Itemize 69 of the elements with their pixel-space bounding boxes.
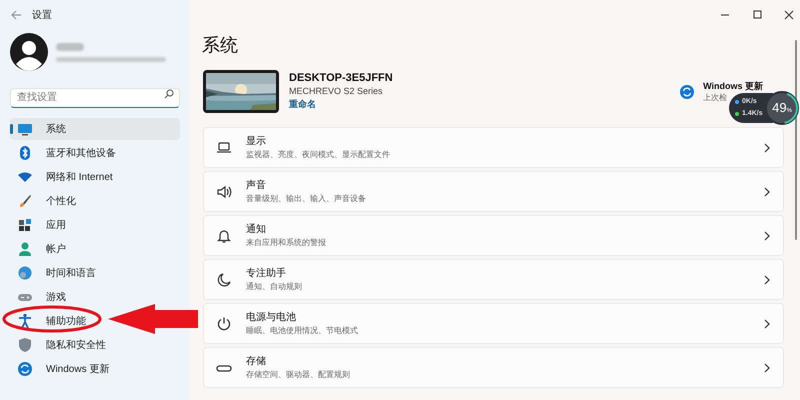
sidebar-item[interactable]: 蓝牙和其他设备: [10, 142, 118, 164]
maximize-icon: [752, 10, 762, 20]
sidebar-item[interactable]: 应用: [10, 214, 68, 236]
rename-link[interactable]: 重命名: [289, 98, 393, 111]
row-subtitle: 通知、自动规则: [246, 280, 302, 292]
upload-dot-icon: [735, 100, 739, 104]
chevron-icon: [763, 274, 771, 284]
power-icon: [216, 316, 232, 332]
scrollbar[interactable]: [795, 40, 797, 240]
download-dot-icon: [735, 112, 739, 116]
device-model: MECHREVO S2 Series: [289, 85, 384, 98]
window-title: 设置: [32, 8, 52, 22]
row-subtitle: 音量级别、输出、输入、声音设备: [246, 192, 366, 204]
row-title: 通知: [246, 222, 267, 236]
update-subtitle: 上次检: [703, 92, 728, 104]
avatar-icon: [10, 33, 48, 71]
settings-row[interactable]: 电源与电池 睡眠、电池使用情况、节电模式: [203, 303, 784, 344]
chevron-icon: [763, 186, 771, 196]
sidebar-item[interactable]: 辅助功能: [10, 310, 88, 332]
sidebar-item[interactable]: 个性化: [10, 190, 78, 212]
sidebar-item[interactable]: Windows 更新: [10, 358, 112, 380]
row-title: 显示: [246, 134, 267, 148]
apps-icon: [17, 217, 33, 233]
settings-row[interactable]: 存储 存储空间、驱动器、配置规则: [203, 347, 784, 388]
chevron-icon: [763, 142, 771, 152]
back-icon: [10, 9, 22, 21]
row-title: 电源与电池: [246, 310, 297, 324]
accessibility-icon: [17, 313, 33, 329]
row-subtitle: 存储空间、驱动器、配置规则: [246, 368, 350, 380]
settings-row[interactable]: 通知 来自应用和系统的警报: [203, 215, 784, 256]
redacted-name: [56, 42, 84, 50]
page-title: 系统: [201, 34, 239, 57]
bluetooth-icon: [17, 145, 33, 161]
monitor-icon: [17, 121, 33, 137]
settings-row[interactable]: 专注助手 通知、自动规则: [203, 259, 784, 300]
row-subtitle: 来自应用和系统的警报: [246, 236, 326, 248]
person-icon: [17, 241, 33, 257]
row-subtitle: 睡眠、电池使用情况、节电模式: [246, 324, 358, 336]
selection-indicator: [10, 124, 13, 134]
update-icon: [17, 361, 33, 377]
gauge-arc-icon: [784, 92, 798, 124]
row-title: 声音: [246, 178, 267, 192]
settings-row[interactable]: 声音 音量级别、输出、输入、声音设备: [203, 171, 784, 212]
laptop-icon: [216, 140, 232, 156]
sidebar-item[interactable]: 帐户: [10, 238, 68, 260]
brush-icon: [17, 193, 33, 209]
sidebar-item[interactable]: 系统: [10, 118, 180, 140]
moon-icon: [216, 272, 232, 288]
row-title: 存储: [246, 354, 267, 368]
update-icon: [679, 84, 696, 100]
settings-row[interactable]: 显示 监视器、亮度、夜间模式、显示配置文件: [203, 127, 784, 168]
device-name: DESKTOP-3E5JFFN: [289, 72, 393, 85]
chevron-icon: [763, 230, 771, 240]
sidebar-item[interactable]: 隐私和安全性: [10, 334, 108, 356]
chevron-icon: [763, 362, 771, 372]
bell-icon: [216, 228, 232, 244]
row-title: 专注助手: [246, 266, 287, 280]
shield-icon: [17, 337, 33, 353]
sidebar-item[interactable]: 游戏: [10, 286, 68, 308]
chevron-icon: [763, 318, 771, 328]
update-title: Windows 更新: [703, 80, 763, 92]
row-subtitle: 监视器、亮度、夜间模式、显示配置文件: [246, 148, 390, 160]
sidebar-item[interactable]: 网络和 Internet: [10, 166, 115, 188]
sidebar-item[interactable]: 时间和语言: [10, 262, 98, 284]
search-field[interactable]: 查找设置: [10, 88, 180, 108]
globe-icon: [17, 265, 33, 281]
close-icon: [784, 10, 794, 20]
search-icon: [164, 89, 174, 99]
speaker-icon: [216, 184, 232, 200]
